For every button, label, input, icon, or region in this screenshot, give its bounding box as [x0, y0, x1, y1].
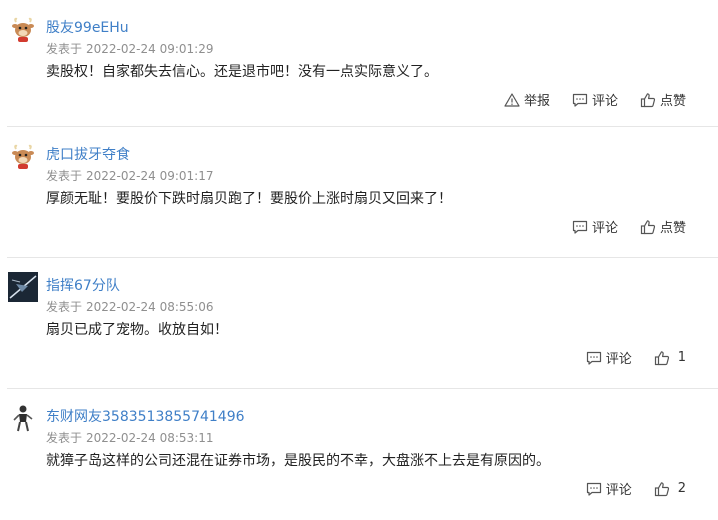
- avatar[interactable]: [8, 14, 38, 44]
- comment-item: 指挥67分队 发表于 2022-02-24 08:55:06 扇贝已成了宠物。收放…: [0, 258, 718, 389]
- like-label: 点赞: [659, 94, 686, 109]
- comment-item: 虎口拔牙夺食 发表于 2022-02-24 09:01:17 厚颜无耻！要股价下跌…: [0, 127, 718, 258]
- reply-label: 评论: [605, 483, 632, 498]
- like-button[interactable]: 点赞: [640, 217, 686, 236]
- post-meta: 发表于 2022-02-24 08:53:11: [46, 429, 213, 446]
- ox-avatar-icon: [12, 144, 34, 169]
- dark-photo-avatar-icon: [8, 272, 38, 302]
- username-link[interactable]: 指挥67分队: [46, 275, 120, 295]
- comment-text: 卖股权！自家都失去信心。还是退市吧！没有一点实际意义了。: [46, 64, 438, 80]
- reply-button[interactable]: 评论: [572, 217, 618, 236]
- timestamp: 2022-02-24 08:53:11: [86, 431, 214, 445]
- comment-icon: [586, 351, 601, 365]
- username-link[interactable]: 虎口拔牙夺食: [46, 144, 130, 164]
- meta-label: 发表于: [46, 431, 83, 445]
- like-button[interactable]: 点赞: [640, 90, 686, 109]
- reply-label: 评论: [605, 352, 632, 367]
- timestamp: 2022-02-24 09:01:29: [86, 42, 214, 56]
- username-link[interactable]: 股友99eEHu: [46, 17, 129, 37]
- like-button[interactable]: 1: [654, 350, 686, 366]
- username-link[interactable]: 东财网友3583513855741496: [46, 406, 245, 426]
- comment-actions: 评论 点赞: [572, 217, 686, 236]
- person-figure-avatar-icon: [8, 403, 38, 433]
- reply-label: 评论: [591, 221, 618, 236]
- thumbs-up-icon: [654, 350, 669, 365]
- avatar[interactable]: [8, 141, 38, 171]
- comment-icon: [572, 220, 588, 234]
- timestamp: 2022-02-24 09:01:17: [86, 169, 214, 183]
- comment-text: 厚颜无耻！要股价下跌时扇贝跑了！要股价上涨时扇贝又回来了！: [46, 191, 452, 207]
- thumbs-up-icon: [640, 219, 656, 234]
- reply-button[interactable]: 评论: [572, 90, 618, 109]
- post-meta: 发表于 2022-02-24 09:01:17: [46, 167, 213, 184]
- comment-item: 股友99eEHu 发表于 2022-02-24 09:01:29 卖股权！自家都失…: [0, 0, 718, 127]
- comment-actions: 评论 1: [586, 348, 686, 367]
- comment-text: 就獐子岛这样的公司还混在证券市场，是股民的不幸，大盘涨不上去是有原因的。: [46, 453, 550, 469]
- comment-icon: [586, 482, 601, 496]
- meta-label: 发表于: [46, 42, 83, 56]
- avatar[interactable]: [8, 272, 38, 302]
- comment-icon: [572, 93, 588, 107]
- warning-icon: [504, 92, 520, 107]
- like-count: 2: [677, 481, 686, 496]
- comment-item: 东财网友3583513855741496 发表于 2022-02-24 08:53…: [0, 389, 718, 520]
- comment-actions: 评论 2: [586, 479, 686, 498]
- timestamp: 2022-02-24 08:55:06: [86, 300, 214, 314]
- avatar[interactable]: [8, 403, 38, 433]
- comment-text: 扇贝已成了宠物。收放自如！: [46, 322, 228, 338]
- thumbs-up-icon: [654, 481, 669, 496]
- post-meta: 发表于 2022-02-24 09:01:29: [46, 40, 213, 57]
- report-label: 举报: [523, 94, 550, 109]
- ox-avatar-icon: [12, 17, 34, 42]
- thumbs-up-icon: [640, 92, 656, 107]
- reply-button[interactable]: 评论: [586, 348, 632, 367]
- like-label: 点赞: [659, 221, 686, 236]
- post-meta: 发表于 2022-02-24 08:55:06: [46, 298, 213, 315]
- report-button[interactable]: 举报: [504, 90, 550, 109]
- meta-label: 发表于: [46, 300, 83, 314]
- meta-label: 发表于: [46, 169, 83, 183]
- reply-label: 评论: [591, 94, 618, 109]
- like-count: 1: [677, 350, 686, 365]
- like-button[interactable]: 2: [654, 481, 686, 497]
- reply-button[interactable]: 评论: [586, 479, 632, 498]
- comment-actions: 举报 评论 点赞: [504, 90, 686, 109]
